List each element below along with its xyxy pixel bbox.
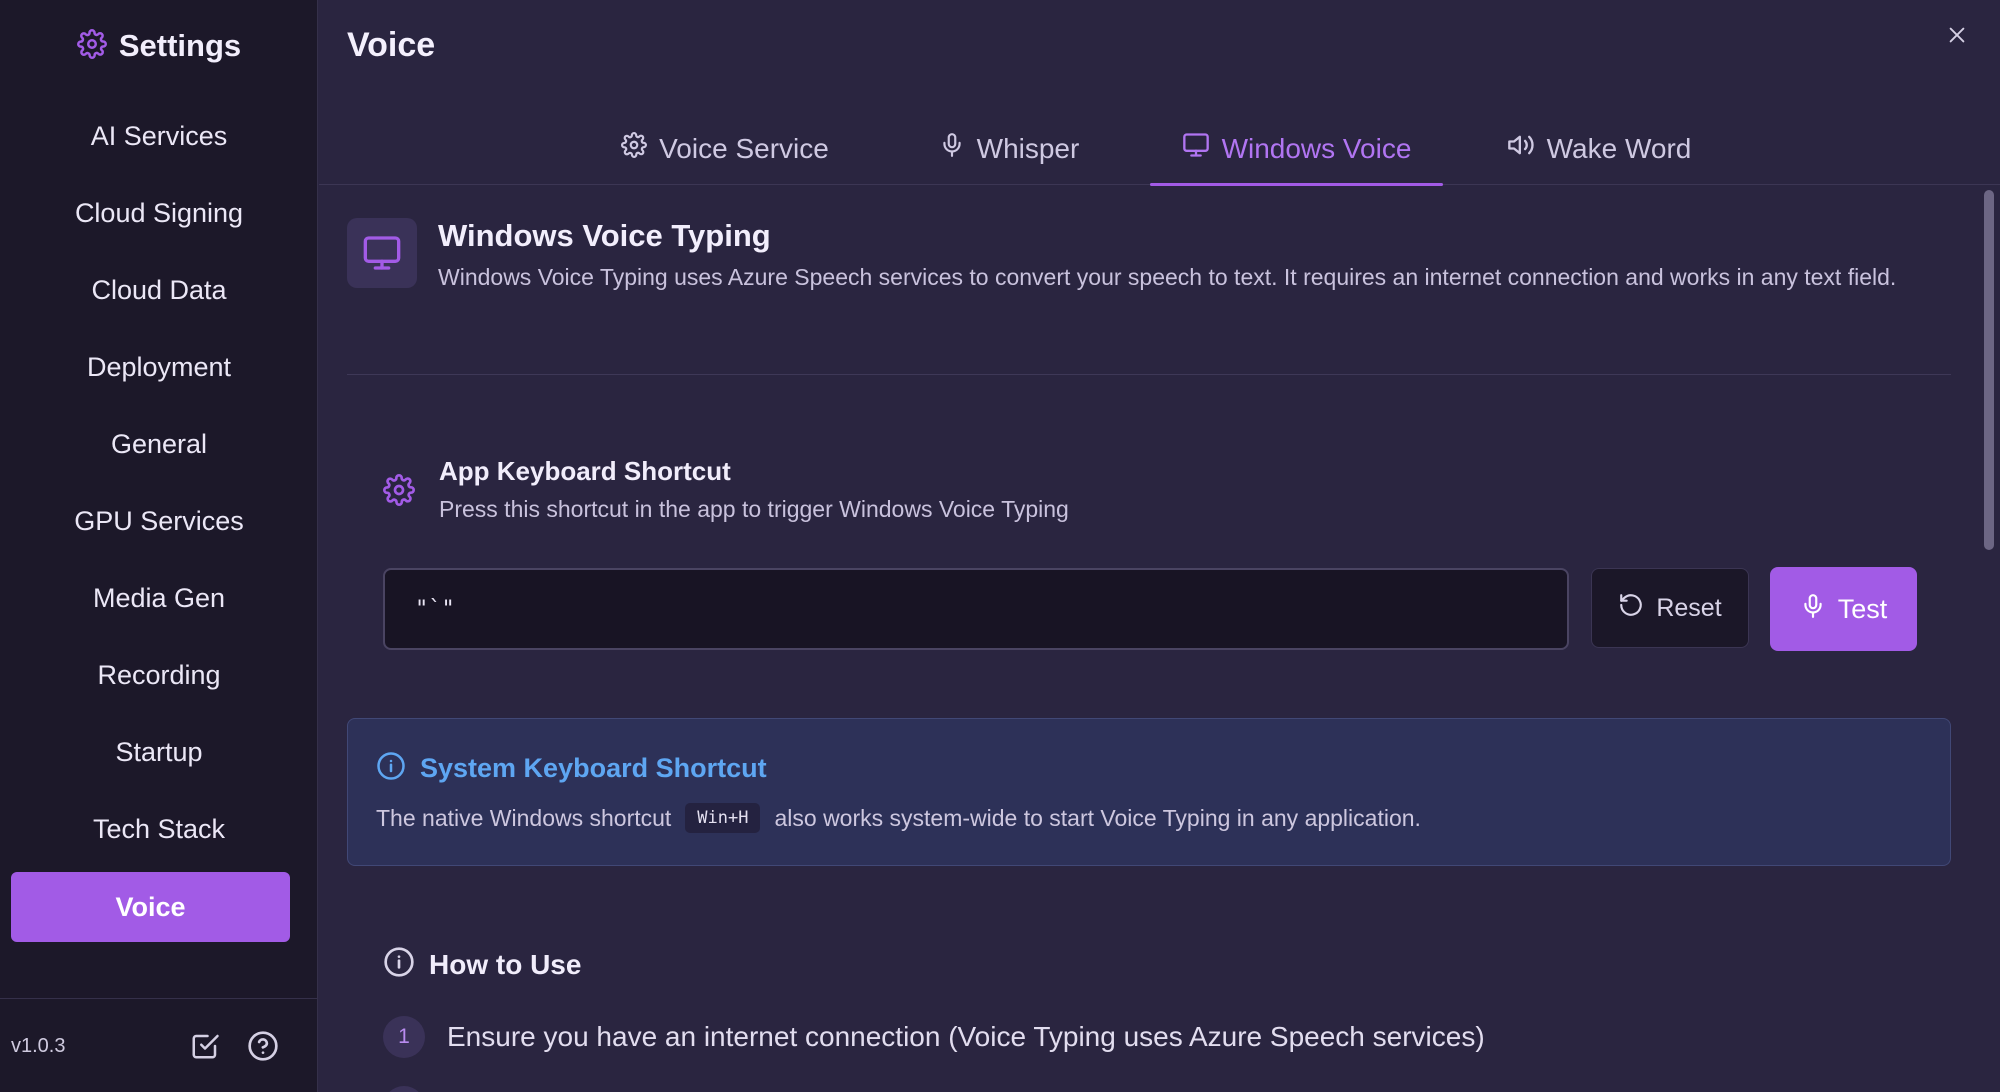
speaker-icon xyxy=(1507,131,1535,166)
sidebar-item-gpu-services[interactable]: GPU Services xyxy=(0,483,318,560)
how-to-title: How to Use xyxy=(429,948,582,980)
kbd-shortcut: Win+H xyxy=(685,803,761,833)
monitor-icon xyxy=(1182,131,1210,166)
sidebar-item-voice[interactable]: Voice xyxy=(11,872,290,942)
sidebar-item-general[interactable]: General xyxy=(0,406,318,483)
step-text: Ensure you have an internet connection (… xyxy=(447,1021,1485,1052)
tab-label: Whisper xyxy=(976,132,1080,164)
gear-icon xyxy=(621,132,648,165)
tab-bar: Voice Service Whisper Windows Voice Wake… xyxy=(319,112,2000,186)
scrollbar[interactable] xyxy=(1984,190,1994,550)
info-icon xyxy=(383,946,415,983)
sidebar-item-ai-services[interactable]: AI Services xyxy=(0,98,318,175)
step-number xyxy=(383,1086,425,1092)
sidebar-item-deployment[interactable]: Deployment xyxy=(0,329,318,406)
checklist-icon[interactable] xyxy=(188,1029,222,1063)
sidebar: Settings AI Services Cloud Signing Cloud… xyxy=(0,0,318,1092)
hero-description: Windows Voice Typing uses Azure Speech s… xyxy=(438,264,1897,290)
monitor-icon xyxy=(347,218,417,288)
rotate-ccw-icon xyxy=(1618,592,1644,625)
system-shortcut-text: The native Windows shortcut Win+H also w… xyxy=(376,803,1421,833)
shortcut-input[interactable] xyxy=(383,568,1569,650)
tab-label: Wake Word xyxy=(1546,132,1692,164)
info-header: System Keyboard Shortcut xyxy=(376,751,767,786)
text-before: The native Windows shortcut xyxy=(376,804,672,831)
help-icon[interactable] xyxy=(246,1029,280,1063)
tab-windows-voice[interactable]: Windows Voice xyxy=(1150,112,1443,186)
tab-voice-service[interactable]: Voice Service xyxy=(605,112,845,185)
sidebar-title: Settings xyxy=(118,28,242,63)
step-number: 1 xyxy=(383,1016,425,1058)
tab-wake-word[interactable]: Wake Word xyxy=(1489,112,1709,185)
test-label: Test xyxy=(1837,593,1888,624)
sidebar-item-cloud-signing[interactable]: Cloud Signing xyxy=(0,175,318,252)
app-shortcut-title: App Keyboard Shortcut xyxy=(439,456,731,486)
sidebar-footer: v1.0.3 xyxy=(0,998,318,1092)
text-after: also works system-wide to start Voice Ty… xyxy=(774,804,1421,831)
version-label: v1.0.3 xyxy=(11,1035,66,1057)
gear-icon xyxy=(383,474,415,511)
tab-label: Windows Voice xyxy=(1221,132,1412,164)
microphone-icon xyxy=(1800,593,1826,626)
system-shortcut-info: System Keyboard Shortcut The native Wind… xyxy=(347,718,1951,866)
app-shortcut-description: Press this shortcut in the app to trigge… xyxy=(439,496,1069,522)
system-shortcut-title: System Keyboard Shortcut xyxy=(420,753,767,783)
gear-icon xyxy=(76,28,107,64)
sidebar-item-cloud-data[interactable]: Cloud Data xyxy=(0,252,318,329)
hero-title: Windows Voice Typing xyxy=(438,218,771,253)
sidebar-item-media-gen[interactable]: Media Gen xyxy=(0,560,318,637)
close-icon[interactable] xyxy=(1940,18,1974,52)
tab-whisper[interactable]: Whisper xyxy=(909,112,1109,185)
microphone-icon xyxy=(939,132,965,165)
tab-content: Windows Voice Typing Windows Voice Typin… xyxy=(319,186,1979,1092)
how-to-section: How to Use 1 Ensure you have an internet… xyxy=(383,946,1951,1092)
sidebar-item-startup[interactable]: Startup xyxy=(0,714,318,791)
list-item: 1 Ensure you have an internet connection… xyxy=(383,1016,1485,1058)
sidebar-item-tech-stack[interactable]: Tech Stack xyxy=(0,791,318,868)
sidebar-nav: AI Services Cloud Signing Cloud Data Dep… xyxy=(0,98,318,942)
test-button[interactable]: Test xyxy=(1770,567,1917,651)
divider xyxy=(347,374,1951,375)
tab-label: Voice Service xyxy=(659,132,829,164)
page-title: Voice xyxy=(347,26,436,64)
reset-button[interactable]: Reset xyxy=(1591,568,1749,648)
main-panel: Voice Voice Service Whisper Windows Voic… xyxy=(319,0,2000,1092)
reset-label: Reset xyxy=(1656,593,1722,622)
info-icon xyxy=(376,751,406,786)
sidebar-item-recording[interactable]: Recording xyxy=(0,637,318,714)
how-to-header: How to Use xyxy=(383,946,1951,983)
sidebar-header: Settings xyxy=(0,24,318,68)
